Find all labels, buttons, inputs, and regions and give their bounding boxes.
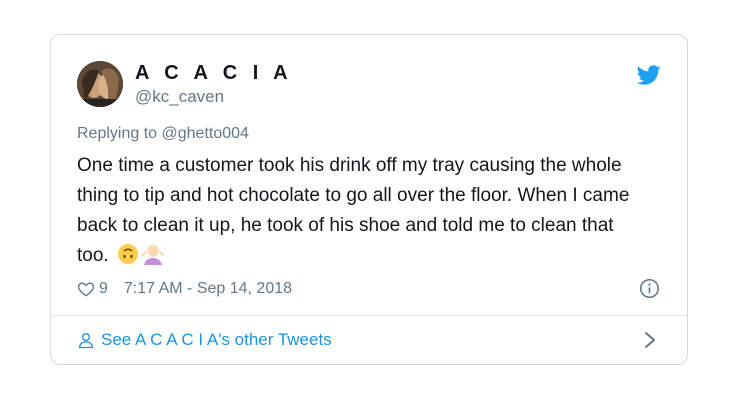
woman-shrugging-emoji — [141, 245, 164, 265]
twitter-bird-icon[interactable] — [637, 63, 661, 87]
user-handle[interactable]: @kc_caven — [135, 87, 224, 107]
like-count[interactable]: 9 — [99, 280, 108, 298]
info-icon[interactable] — [639, 278, 660, 299]
person-icon — [78, 332, 94, 349]
chevron-right-icon[interactable] — [643, 330, 657, 350]
tweet-card: A C A C I A @kc_caven Replying to @ghett… — [50, 34, 688, 365]
reply-prefix: Replying to — [77, 125, 158, 142]
tweet-text: One time a customer took his drink off m… — [77, 151, 637, 271]
other-tweets-label[interactable]: See A C A C I A's other Tweets — [101, 330, 332, 350]
upside-down-face-emoji — [117, 244, 138, 264]
timestamp[interactable]: 7:17 AM - Sep 14, 2018 — [124, 280, 292, 298]
other-tweets-link[interactable]: See A C A C I A's other Tweets — [77, 328, 332, 352]
tweet-meta: 9 7:17 AM - Sep 14, 2018 — [77, 278, 292, 300]
reply-mention-link[interactable]: @ghetto004 — [162, 125, 249, 142]
reply-context: Replying to @ghetto004 — [77, 125, 249, 143]
avatar[interactable] — [77, 61, 123, 107]
heart-icon[interactable] — [77, 280, 95, 298]
display-name[interactable]: A C A C I A — [135, 62, 293, 85]
avatar-image — [77, 61, 123, 107]
divider — [51, 315, 687, 316]
